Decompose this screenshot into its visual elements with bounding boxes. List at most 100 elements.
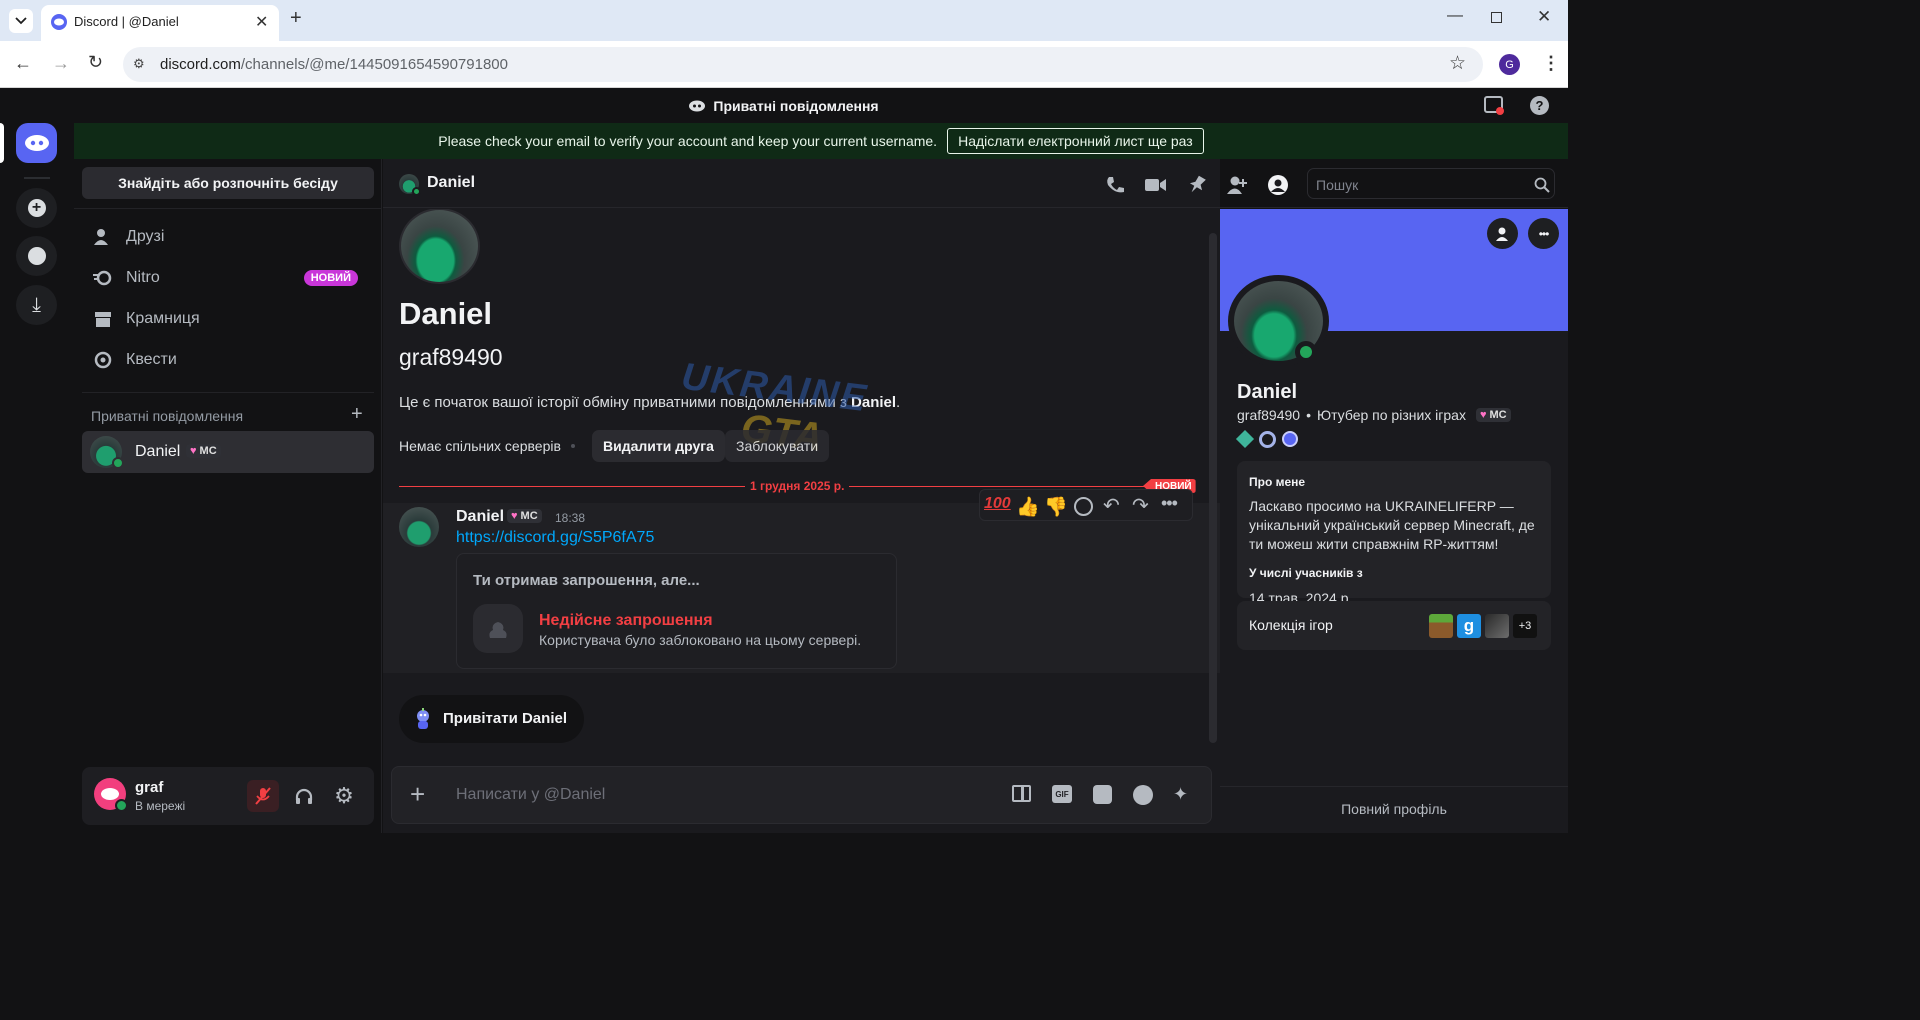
- url-bar[interactable]: ⚙ discord.com/channels/@me/1445091654590…: [123, 47, 1483, 82]
- profile-avatar[interactable]: G: [1499, 54, 1520, 75]
- gif-icon[interactable]: GIF: [1052, 785, 1072, 803]
- nitro-badge-icon[interactable]: [1259, 431, 1276, 448]
- minimize-icon[interactable]: —: [1447, 7, 1463, 25]
- attach-plus-icon[interactable]: +: [410, 781, 425, 807]
- wumpus-wave-icon: [412, 707, 434, 731]
- online-status-dot: [412, 187, 421, 196]
- url-text: discord.com/channels/@me/144509165459079…: [160, 56, 508, 73]
- direct-messages-home-button[interactable]: [16, 123, 57, 163]
- game-collection-card[interactable]: Колекція ігор g +3: [1237, 601, 1551, 650]
- chat-area: Daniel Пошук Daniel graf89490 Це є почат…: [383, 159, 1568, 833]
- message-composer[interactable]: + Написати у @Daniel GIF ✦: [391, 766, 1212, 824]
- add-friends-to-dm-icon[interactable]: [1225, 173, 1249, 197]
- new-badge: НОВИЙ: [303, 270, 358, 286]
- find-conversation-button[interactable]: Знайдіть або розпочніть бесіду: [82, 167, 374, 199]
- restore-icon[interactable]: [1491, 12, 1502, 23]
- sidebar-item-nitro[interactable]: Nitro НОВИЙ: [82, 259, 374, 297]
- add-friend-button[interactable]: [1487, 218, 1518, 249]
- add-reaction-icon[interactable]: [1074, 497, 1093, 516]
- pinned-messages-icon[interactable]: [1185, 173, 1209, 197]
- app-title-bar: Приватні повідомлення: [0, 89, 1568, 123]
- discord-logo-icon: [24, 135, 49, 151]
- quest-badge-icon[interactable]: [1282, 431, 1298, 447]
- discord-favicon-icon: [51, 14, 67, 30]
- sidebar-item-label: Квести: [126, 351, 177, 368]
- remove-friend-button[interactable]: Видалити друга: [592, 430, 725, 462]
- reaction-100-icon[interactable]: 100: [984, 495, 1011, 513]
- search-input[interactable]: Пошук: [1307, 168, 1555, 199]
- member-since-title: У числі учасників з: [1249, 566, 1363, 580]
- message-author-avatar[interactable]: [399, 507, 439, 547]
- close-window-icon[interactable]: ✕: [1537, 7, 1551, 27]
- profile-name: Daniel: [1237, 381, 1298, 403]
- profile-username: graf89490: [1237, 407, 1301, 423]
- back-arrow-icon[interactable]: ←: [14, 53, 32, 74]
- reload-icon[interactable]: ↻: [88, 52, 103, 73]
- create-dm-icon[interactable]: +: [351, 403, 363, 426]
- user-profile-toggle-icon[interactable]: [1266, 173, 1290, 197]
- nitro-icon: [92, 267, 114, 289]
- sidebar-item-quests[interactable]: Квести: [82, 341, 374, 379]
- heart-icon: ♥: [190, 445, 197, 457]
- sidebar-item-shop[interactable]: Крамниця: [82, 300, 374, 338]
- profile-bio-short: Ютубер по різних іграх: [1316, 407, 1466, 423]
- user-settings-button[interactable]: ⚙: [328, 780, 360, 812]
- block-button[interactable]: Заблокувати: [725, 430, 830, 462]
- sticker-icon[interactable]: [1093, 785, 1112, 804]
- chat-scrollbar[interactable]: [1209, 233, 1217, 743]
- new-tab-icon[interactable]: +: [290, 7, 302, 30]
- browser-menu-icon[interactable]: ⋮: [1542, 53, 1560, 74]
- reply-icon[interactable]: ↶: [1103, 493, 1120, 518]
- intro-name: Daniel: [399, 296, 493, 331]
- intro-text-post: .: [896, 394, 901, 411]
- profile-more-button[interactable]: •••: [1528, 218, 1559, 249]
- video-call-icon[interactable]: [1144, 173, 1168, 197]
- sidebar-item-friends[interactable]: Друзі: [82, 218, 374, 256]
- headphones-button[interactable]: [288, 780, 320, 812]
- hypesquad-badge-icon[interactable]: [1235, 429, 1255, 449]
- sidebar-item-label: Крамниця: [126, 310, 200, 327]
- apps-icon[interactable]: ✦: [1173, 785, 1188, 803]
- notice-text: Please check your email to verify your a…: [438, 133, 938, 149]
- guild-tag-label: MC: [199, 445, 217, 457]
- invite-embed-title: Ти отримав запрошення, але...: [473, 572, 700, 589]
- bookmark-star-icon[interactable]: ☆: [1449, 52, 1466, 75]
- reaction-thumbs-up-icon[interactable]: 👍: [1016, 495, 1040, 519]
- online-status-dot: [1295, 341, 1317, 363]
- sidebar-item-label: Nitro: [126, 269, 160, 286]
- message-author[interactable]: Daniel: [456, 508, 504, 526]
- sidebar-divider: [82, 392, 374, 393]
- close-tab-icon[interactable]: ✕: [255, 12, 268, 32]
- dm-item-daniel[interactable]: Daniel ♥ MC: [82, 431, 374, 473]
- dm-sidebar: Знайдіть або розпочніть бесіду Друзі Nit…: [74, 159, 382, 833]
- guild-tag-label: MC: [520, 510, 538, 522]
- profile-footer-divider: [1220, 786, 1568, 787]
- wave-button[interactable]: Привітати Daniel: [399, 695, 584, 743]
- emoji-icon[interactable]: [1133, 785, 1153, 805]
- reaction-thumbs-down-icon[interactable]: 👎: [1044, 495, 1068, 519]
- friends-icon: [92, 226, 114, 248]
- invite-link[interactable]: https://discord.gg/S5P6fA75: [456, 529, 654, 547]
- user-panel: graf В мережі ⚙: [82, 767, 374, 825]
- browser-tab[interactable]: Discord | @Daniel ✕: [41, 5, 279, 41]
- search-icon: [1534, 177, 1550, 193]
- message-row[interactable]: Daniel ♥ MC 18:38 https://discord.gg/S5P6…: [383, 503, 1220, 673]
- server-rail: + ⤓: [0, 123, 74, 833]
- download-apps-button[interactable]: ⤓: [16, 285, 57, 325]
- heart-icon: ♥: [1479, 409, 1487, 421]
- more-options-icon[interactable]: •••: [1161, 493, 1178, 514]
- discord-logo-icon: [101, 788, 119, 800]
- tab-list-button[interactable]: [9, 9, 33, 33]
- help-icon[interactable]: ?: [1530, 96, 1549, 115]
- mute-microphone-button[interactable]: [247, 780, 279, 812]
- dm-item-name: Daniel: [135, 443, 181, 460]
- full-profile-link[interactable]: Повний профіль: [1220, 801, 1568, 817]
- forward-arrow-icon[interactable]: →: [52, 53, 70, 74]
- voice-call-icon[interactable]: [1103, 173, 1127, 197]
- gift-icon[interactable]: [1012, 785, 1031, 802]
- forward-icon[interactable]: ↷: [1132, 493, 1149, 518]
- discover-button[interactable]: [16, 236, 57, 276]
- site-settings-icon[interactable]: ⚙: [133, 56, 145, 72]
- resend-email-button[interactable]: Надіслати електронний лист ще раз: [947, 128, 1204, 154]
- add-server-button[interactable]: +: [16, 188, 57, 228]
